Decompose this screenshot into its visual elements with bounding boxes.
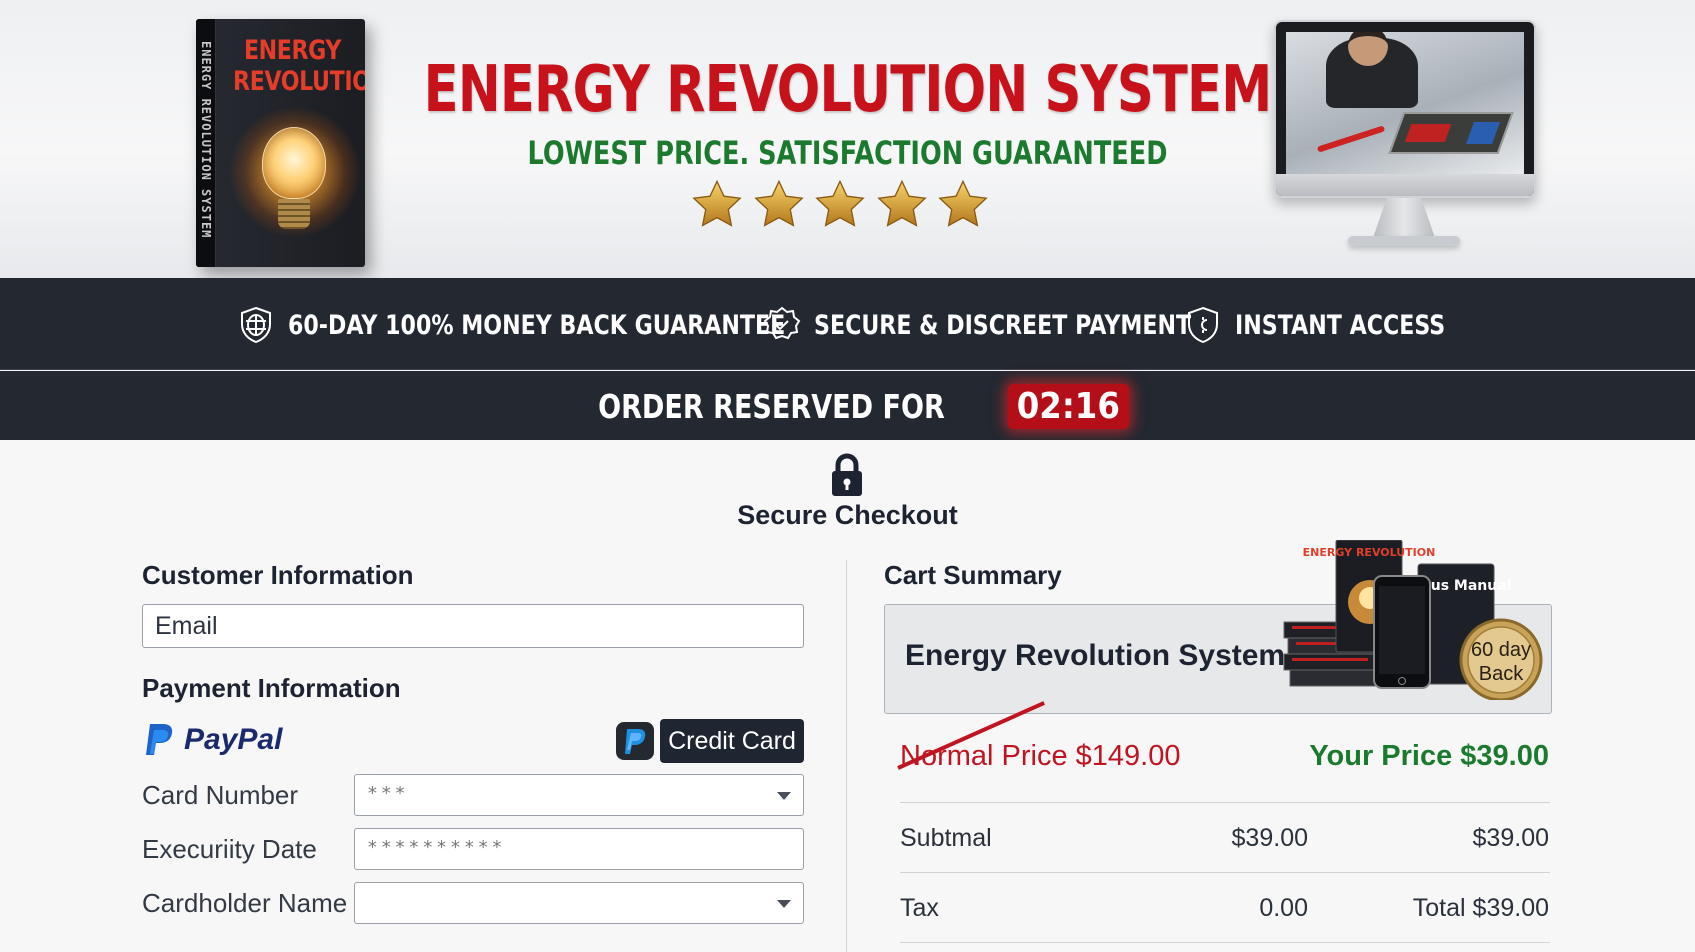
monitor-image [1274,20,1536,198]
seal-line1: 60 day [1471,639,1531,661]
star-icon [692,179,742,227]
subtotal-label: Subtmal [900,824,992,852]
guarantee-label: 60-DAY 100% MONEY BACK GUARANTEE [288,309,786,341]
cardholder-name-select[interactable] [354,882,804,924]
star-icon [815,179,865,227]
hero-banner: ENERGY REVOLUTION SYSTEM ENERGY REVOLUTI… [0,0,1695,278]
paypal-option[interactable]: PayPal [142,722,282,758]
monitor-chin [1276,174,1534,196]
guarantee-badge-access: INSTANT ACCESS [1183,300,1491,350]
monitor-stand [1373,198,1435,238]
expiry-date-value: ********** [367,837,506,858]
secure-checkout-title: Secure Checkout [737,500,958,530]
paypal-icon [146,724,173,755]
monitor-screen [1286,32,1524,174]
product-bundle-image: ENERGY REVOLUTION Bonus Manual 60 day Ba… [1283,540,1543,700]
order-reservation: ORDER RESERVED FOR 02:16 [0,383,1695,429]
monitor-stand-base [1348,236,1460,246]
chevron-down-icon [777,792,791,800]
summary-divider [900,802,1550,803]
shield-icon [1188,306,1218,344]
column-divider [846,560,847,952]
guarantee-label: INSTANT ACCESS [1235,309,1446,341]
star-icon [753,179,804,227]
soldering-tool [1316,125,1386,153]
payment-info-heading: Payment Information [142,673,401,703]
cardholder-name-label: Cardholder Name [142,888,348,918]
tax-label: Tax [900,894,939,922]
cart-summary-heading: Cart Summary [884,560,1062,590]
credit-card-button[interactable]: Credit Card [660,719,804,763]
chevron-down-icon [777,900,791,908]
lightbulb-base [278,199,310,229]
summary-divider [900,872,1550,873]
card-number-select[interactable]: *** [354,774,804,816]
secure-badge-icon [763,306,801,340]
guarantee-label: SECURE & DISCREET PAYMENT [814,309,1192,341]
expiry-date-label: Execuriity Date [142,834,317,864]
bundle-book-label: ENERGY REVOLUTION [1303,546,1436,559]
paypal-label: PayPal [184,723,283,756]
summary-divider [900,942,1550,943]
seal-line2: Back [1479,663,1524,685]
reservation-label: ORDER RESERVED FOR [597,386,945,426]
cart-product-name: Energy Revolution System [905,639,1286,672]
tax-amount: 0.00 [1259,894,1308,922]
your-price: Your Price $39.00 [1309,740,1549,772]
customer-info-heading: Customer Information [142,560,414,590]
subtotal-total: $39.00 [1472,824,1549,852]
circuit-board [1388,112,1514,154]
globe-shield-icon [241,306,271,344]
email-field[interactable] [142,604,804,648]
star-icon [938,179,988,227]
card-number-value: *** [367,783,409,804]
expiry-date-field[interactable]: ********** [354,828,804,870]
star-icon [876,179,927,227]
card-number-label: Card Number [142,780,299,810]
countdown-timer: 02:16 [1007,383,1129,429]
lock-icon [832,453,862,496]
subtotal-amount: $39.00 [1231,824,1308,852]
order-total: Total $39.00 [1412,894,1549,922]
rating-stars [690,178,990,238]
paypal-small-icon[interactable] [616,722,654,760]
